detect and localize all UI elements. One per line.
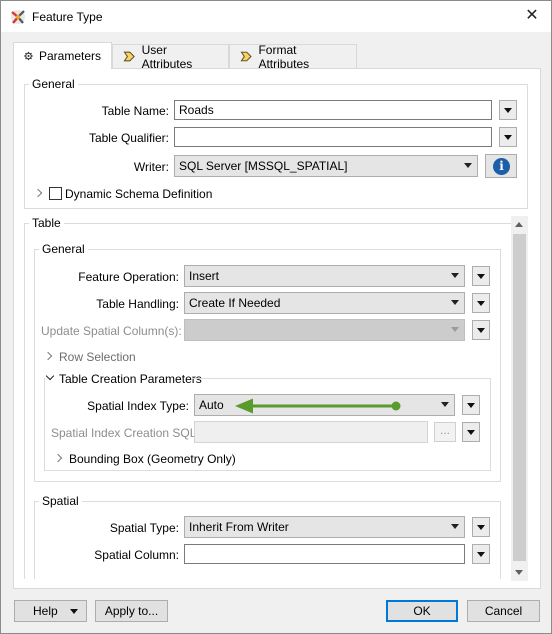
table-name-menu-button[interactable] (499, 100, 517, 120)
chevron-down-icon (477, 525, 485, 530)
chevron-down-icon (451, 273, 459, 278)
vertical-scrollbar[interactable] (511, 216, 528, 581)
chevron-down-icon (504, 108, 512, 113)
feature-operation-select[interactable]: Insert (184, 265, 465, 287)
spatial-column-menu-button[interactable] (472, 544, 490, 564)
tab-label: Format Attributes (258, 42, 310, 71)
scroll-down-icon[interactable] (515, 570, 523, 575)
chevron-down-icon (451, 524, 459, 529)
chevron-down-icon (451, 300, 459, 305)
ok-button[interactable]: OK (386, 600, 458, 622)
table-handling-label: Table Handling: (96, 297, 179, 311)
group-title: Table (29, 216, 64, 230)
writer-info-button[interactable]: i (485, 154, 517, 178)
writer-label: Writer: (133, 160, 169, 174)
update-spatial-label: Update Spatial Column(s): (41, 324, 182, 338)
title-bar: Feature Type ✕ (1, 1, 551, 32)
chevron-down-icon (477, 328, 485, 333)
spatial-column-input[interactable] (184, 544, 465, 564)
writer-select[interactable]: SQL Server [MSSQL_SPATIAL] (174, 155, 478, 177)
spatial-group: Spatial (34, 494, 501, 579)
scrollbar-thumb[interactable] (513, 234, 526, 561)
arrow-tag-icon (123, 51, 135, 62)
fme-app-icon (11, 10, 25, 24)
spatial-index-sql-ellipsis-button[interactable]: ... (434, 422, 456, 442)
chevron-down-icon (504, 135, 512, 140)
row-selection-label[interactable]: Row Selection (59, 350, 136, 364)
group-title: General (39, 242, 88, 256)
table-qualifier-menu-button[interactable] (499, 127, 517, 147)
group-title: Spatial (39, 494, 82, 508)
spatial-type-label: Spatial Type: (109, 521, 179, 535)
gear-icon (24, 51, 33, 61)
annotation-arrow (235, 398, 401, 414)
chevron-down-icon (467, 403, 475, 408)
chevron-down-icon (464, 163, 472, 168)
chevron-down-icon (441, 402, 449, 407)
table-handling-menu-button[interactable] (472, 293, 490, 313)
table-name-label: Table Name: (101, 104, 169, 118)
info-icon: i (493, 158, 510, 175)
table-handling-value: Create If Needed (189, 296, 281, 310)
table-qualifier-input[interactable] (174, 127, 492, 147)
help-button-label: Help (33, 604, 58, 618)
spatial-type-menu-button[interactable] (472, 517, 490, 537)
table-creation-params-label[interactable]: Table Creation Parameters (59, 372, 202, 386)
tab-parameters[interactable]: Parameters (13, 42, 112, 69)
update-spatial-menu-button[interactable] (472, 320, 490, 340)
spatial-index-type-label: Spatial Index Type: (87, 399, 189, 413)
window-title: Feature Type (32, 10, 103, 24)
table-handling-select[interactable]: Create If Needed (184, 292, 465, 314)
spatial-type-value: Inherit From Writer (189, 520, 289, 534)
chevron-down-icon (477, 301, 485, 306)
table-qualifier-label: Table Qualifier: (88, 131, 169, 145)
dynamic-schema-checkbox[interactable] (49, 187, 62, 200)
spatial-index-sql-label: Spatial Index Creation SQL: (51, 426, 200, 440)
writer-value: SQL Server [MSSQL_SPATIAL] (179, 159, 348, 173)
spatial-index-type-menu-button[interactable] (462, 395, 480, 415)
cancel-button[interactable]: Cancel (467, 600, 540, 622)
tab-label: Parameters (38, 49, 101, 63)
spatial-index-sql-menu-button[interactable] (462, 422, 480, 442)
table-name-input[interactable]: Roads (174, 100, 492, 120)
arrow-tag-icon (240, 51, 252, 62)
tab-user-attributes[interactable]: User Attributes (112, 42, 229, 71)
dynamic-schema-label: Dynamic Schema Definition (65, 187, 213, 201)
apply-to-button[interactable]: Apply to... (95, 600, 168, 622)
feature-type-dialog: Feature Type ✕ Parameters User Attribute… (0, 0, 552, 634)
bounding-box-label[interactable]: Bounding Box (Geometry Only) (69, 452, 236, 466)
spatial-index-type-value: Auto (199, 398, 224, 412)
chevron-down-icon (477, 274, 485, 279)
tab-label: User Attributes (141, 42, 193, 71)
close-icon[interactable]: ✕ (517, 3, 547, 29)
feature-operation-label: Feature Operation: (78, 270, 179, 284)
spatial-type-select[interactable]: Inherit From Writer (184, 516, 465, 538)
scroll-up-icon[interactable] (515, 222, 523, 227)
divider (192, 378, 491, 379)
update-spatial-select[interactable] (184, 319, 465, 341)
spatial-index-sql-input[interactable] (194, 421, 428, 443)
chevron-down-icon (70, 609, 78, 614)
tab-format-attributes[interactable]: Format Attributes (229, 42, 357, 71)
spatial-column-label: Spatial Column: (94, 548, 179, 562)
chevron-down-icon (467, 430, 475, 435)
help-button[interactable]: Help (14, 600, 87, 622)
group-title: General (29, 77, 78, 91)
chevron-down-icon (451, 327, 459, 332)
feature-operation-value: Insert (189, 269, 220, 283)
chevron-down-icon (477, 552, 485, 557)
feature-operation-menu-button[interactable] (472, 266, 490, 286)
